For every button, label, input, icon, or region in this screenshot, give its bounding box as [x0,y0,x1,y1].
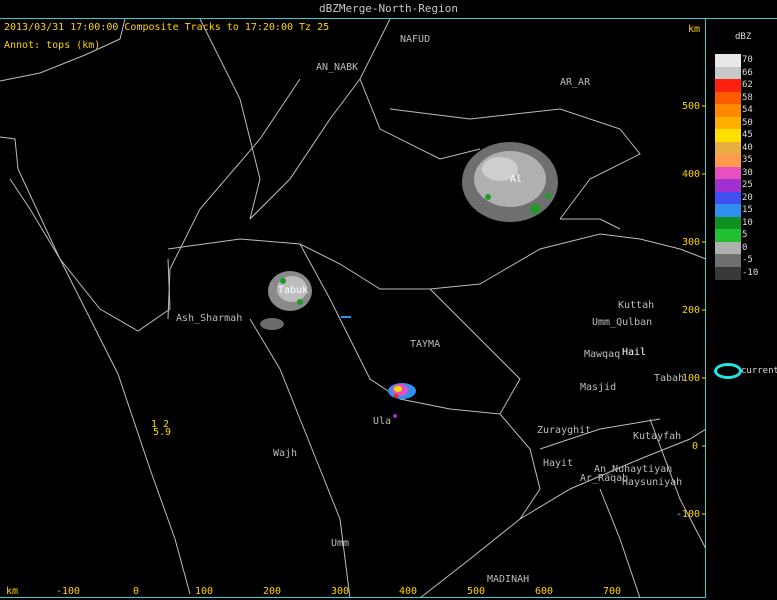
bottom-axis-unit: km [6,586,19,597]
legend-swatch [715,129,741,142]
place-tabuk: Tabuk [278,285,309,296]
place-kuttah: Kuttah [618,300,655,311]
x-tick: 500 [467,586,486,597]
x-tick: 0 [133,586,140,597]
legend-level-label: 10 [742,217,753,228]
legend-swatch [715,104,741,117]
legend-swatch [715,141,741,155]
legend-swatch [715,54,741,67]
x-tick: 700 [603,586,622,597]
legend-swatch [715,216,741,230]
legend-level-label: 15 [742,205,753,215]
legend-level-label: 70 [742,55,753,65]
place-kutayfah: Kutayfah [633,431,682,442]
legend-level-label: 5 [742,230,748,240]
legend-level-label: 40 [742,142,753,153]
legend-swatch [715,191,741,205]
legend-level-label: -5 [742,255,753,265]
window-title-bar[interactable]: dBZMerge-North-Region [0,0,777,19]
x-tick: 200 [263,586,282,597]
storm-tabuk [260,271,312,330]
x-tick: 300 [331,586,350,597]
legend-swatch [715,229,741,242]
legend-level-label: 25 [742,180,753,190]
current-track-icon [714,363,742,379]
y-tick: -100 [676,509,701,520]
legend-level-label: 35 [742,155,753,165]
legend-unit: dBZ [735,32,752,42]
legend-swatch [715,254,741,267]
legend-swatch [715,204,741,217]
place-top: NAFUD [400,34,431,45]
legend-level-label: 54 [742,105,753,115]
annotation-line: Annot: tops (km) [4,40,101,51]
legend-swatch [715,166,741,180]
storm-ula-cell [388,383,416,418]
axis-ticks [702,105,706,515]
y-tick: 300 [682,237,701,248]
place-ar-ar: AR_AR [560,77,591,88]
place-umm: Umm [331,538,350,549]
y-tick: 0 [692,441,699,452]
legend-level-label: 62 [742,80,753,90]
radar-map[interactable] [0,19,706,598]
place-umm-qulban: Umm_Qulban [592,317,653,328]
place-haysuniyah: Haysuniyah [622,477,683,488]
place-ar-raqab: Ar_Raqab [580,473,629,484]
legend-level-label: 58 [742,92,753,103]
y-tick: 200 [682,305,701,316]
legend-level-label: 45 [742,130,753,140]
place-masjid: Masjid [580,382,617,393]
place-tayma: TAYMA [410,339,441,350]
legend-swatch [715,241,741,255]
tops-value: 5.9 [153,427,172,438]
place-madinah: MADINAH [487,574,530,585]
boundary-lines [0,19,706,598]
legend-swatch [715,66,741,80]
legend-swatch [715,179,741,192]
legend-level-label: 66 [742,67,753,78]
legend-swatch [715,154,741,167]
y-tick: 500 [682,101,701,112]
place-an-nabk: AN_NABK [316,62,359,73]
right-axis-unit: km [688,24,701,35]
place-hayit: Hayit [543,458,574,469]
x-tick: -100 [56,586,81,597]
legend-swatch [715,266,741,280]
legend-level-label: -10 [742,267,759,278]
place-al-jawf: Al [510,174,523,185]
legend-level-label: 0 [742,242,748,253]
current-label: current [741,366,777,376]
place-mawqaq: Mawqaq [584,349,621,360]
place-ash-sharmah: Ash_Sharmah [176,313,243,324]
legend-swatch [715,116,741,130]
y-tick: 400 [682,169,701,180]
x-tick: 100 [195,586,214,597]
timestamp-line: 2013/03/31 17:00:00 Composite Tracks to … [4,22,330,33]
x-tick: 400 [399,586,418,597]
x-tick: 600 [535,586,554,597]
place-hail: Hail [622,347,647,358]
legend-level-label: 20 [742,192,753,203]
window-title: dBZMerge-North-Region [318,2,459,15]
legend-swatch [715,79,741,92]
place-ula: Ula [373,416,392,427]
place-tabah: Tabah [654,373,685,384]
y-tick: 100 [682,373,701,384]
legend-level-label: 30 [742,167,753,178]
place-zurayghit: Zurayghit [537,425,592,436]
legend-swatch [715,91,741,105]
dbz-legend: dBZ 70 66 62 58 54 50 45 40 35 30 25 20 15 10 5 0 -5 -10 … [707,19,777,598]
small-echo [341,316,351,318]
legend-level-label: 50 [742,117,753,128]
place-wajh: Wajh [273,448,298,459]
